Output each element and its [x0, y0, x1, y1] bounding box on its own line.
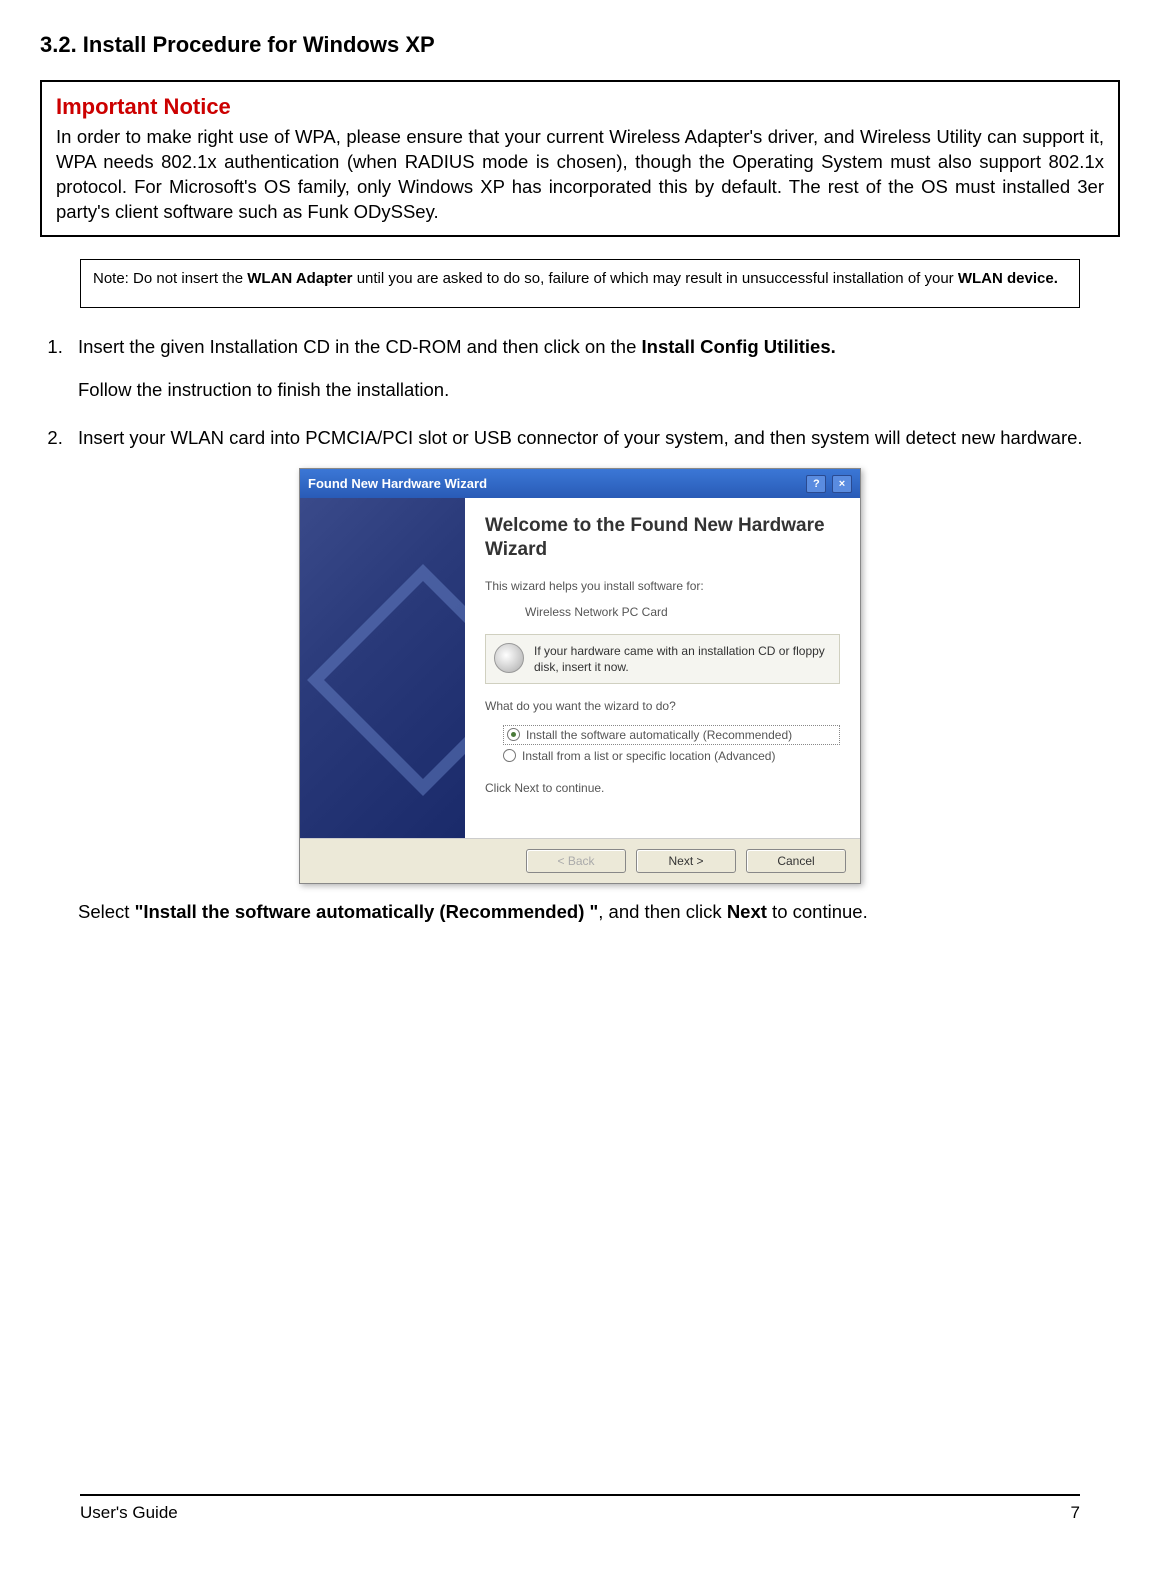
step1-sub: Follow the instruction to finish the ins… — [78, 378, 1120, 403]
step1-pre: Insert the given Installation CD in the … — [78, 336, 642, 357]
footer-left: User's Guide — [80, 1502, 178, 1525]
next-button: Next > — [636, 849, 736, 873]
note-mid: until you are asked to do so, failure of… — [353, 270, 958, 287]
radio-dot-icon — [503, 749, 516, 762]
radio-option-auto: Install the software automatically (Reco… — [503, 725, 840, 745]
wizard-device: Wireless Network PC Card — [525, 604, 840, 620]
post-select-text: Select "Install the software automatical… — [78, 900, 1120, 925]
post-pre: Select — [78, 901, 135, 922]
wizard-content: Welcome to the Found New Hardware Wizard… — [465, 498, 860, 838]
wizard-heading: Welcome to the Found New Hardware Wizard — [485, 514, 840, 562]
steps-list: Insert the given Installation CD in the … — [40, 330, 1120, 363]
close-icon: × — [832, 475, 852, 493]
wizard-sidebar-graphic — [300, 498, 465, 838]
wizard-continue: Click Next to continue. — [485, 780, 840, 796]
step-1: Insert the given Installation CD in the … — [68, 330, 1120, 363]
wizard-cd-hint: If your hardware came with an installati… — [485, 634, 840, 684]
notice-body: In order to make right use of WPA, pleas… — [56, 125, 1104, 225]
post-mid: , and then click — [598, 901, 727, 922]
window-controls: ? × — [804, 474, 852, 493]
footer-page-number: 7 — [1071, 1502, 1080, 1525]
radio-dot-selected-icon — [507, 728, 520, 741]
help-icon: ? — [806, 475, 826, 493]
radio-label-advanced: Install from a list or specific location… — [522, 748, 775, 764]
cancel-button: Cancel — [746, 849, 846, 873]
note-bold-2: WLAN device. — [958, 270, 1058, 287]
step-2: Insert your WLAN card into PCMCIA/PCI sl… — [68, 421, 1120, 454]
post-bold2: Next — [727, 901, 767, 922]
note-box: Note: Do not insert the WLAN Adapter unt… — [80, 259, 1080, 308]
section-heading: 3.2. Install Procedure for Windows XP — [40, 30, 1120, 60]
wizard-titlebar: Found New Hardware Wizard ? × — [300, 469, 860, 498]
radio-label-auto: Install the software automatically (Reco… — [526, 727, 792, 743]
steps-list-2: Insert your WLAN card into PCMCIA/PCI sl… — [40, 421, 1120, 454]
wizard-body: Welcome to the Found New Hardware Wizard… — [300, 498, 860, 838]
notice-title: Important Notice — [56, 92, 1104, 122]
note-bold-1: WLAN Adapter — [247, 270, 352, 287]
cd-icon — [494, 643, 524, 673]
radio-option-advanced: Install from a list or specific location… — [503, 748, 840, 764]
wizard-question: What do you want the wizard to do? — [485, 698, 840, 714]
note-pre: Note: Do not insert the — [93, 270, 247, 287]
wizard-screenshot: Found New Hardware Wizard ? × Welcome to… — [40, 468, 1120, 885]
post-post: to continue. — [767, 901, 868, 922]
wizard-title: Found New Hardware Wizard — [308, 475, 487, 493]
post-bold1: "Install the software automatically (Rec… — [135, 901, 599, 922]
wizard-intro: This wizard helps you install software f… — [485, 578, 840, 594]
wizard-button-row: < Back Next > Cancel — [300, 838, 860, 883]
wizard-window: Found New Hardware Wizard ? × Welcome to… — [299, 468, 861, 885]
wizard-cd-text: If your hardware came with an installati… — [534, 643, 831, 675]
page-footer: User's Guide 7 — [80, 1494, 1080, 1525]
step1-bold: Install Config Utilities. — [642, 336, 836, 357]
important-notice-box: Important Notice In order to make right … — [40, 80, 1120, 238]
back-button: < Back — [526, 849, 626, 873]
